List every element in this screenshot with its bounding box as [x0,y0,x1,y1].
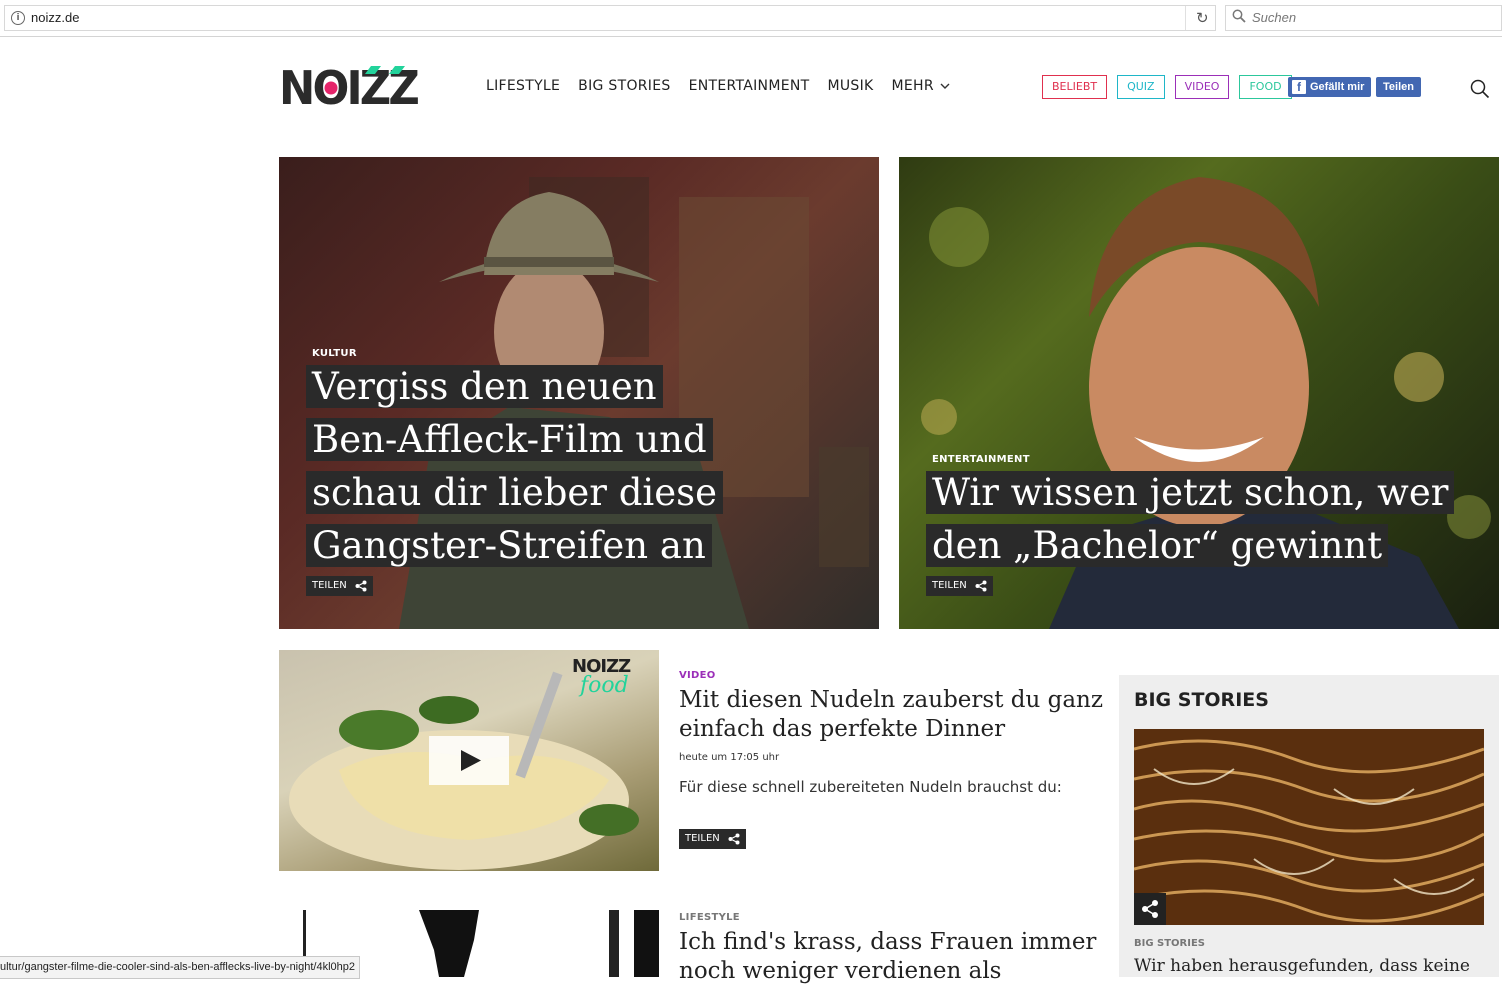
share-label: TEILEN [932,580,967,591]
facebook-share-button[interactable]: Teilen [1376,77,1421,97]
hero-title-line: Gangster-Streifen an [306,524,712,567]
sidebar-item-title[interactable]: Wir haben herausgefunden, dass keine [1134,956,1470,976]
play-icon [461,750,481,771]
search-icon [1470,79,1490,99]
nav-item-mehr-label: MEHR [891,78,934,94]
nav-item-lifestyle[interactable]: LIFESTYLE [486,78,560,94]
facebook-like-button[interactable]: f Gefällt mir [1288,77,1371,97]
share-icon [728,833,740,845]
noizz-logo-icon: NOIZZ [279,61,422,115]
article-category[interactable]: LIFESTYLE [679,912,740,923]
hero-title-line: den „Bachelor“ gewinnt [926,524,1389,567]
share-icon [1142,900,1158,918]
tag-video[interactable]: VIDEO [1174,75,1230,99]
share-label: TEILEN [685,833,720,844]
main-nav: LIFESTYLE BIG STORIES ENTERTAINMENT MUSI… [486,78,950,94]
article-teaser: Für diese schnell zubereiteten Nudeln br… [679,778,1062,796]
article-title[interactable]: Mit diesen Nudeln zauberst du ganz einfa… [679,686,1109,744]
hero-title-line: Ben-Affleck-Film und [306,418,713,461]
share-label: TEILEN [312,580,347,591]
tag-buttons: BELIEBT QUIZ VIDEO FOOD [1042,75,1292,99]
noodles-image [1134,729,1484,925]
article-date: heute um 17:05 uhr [679,752,780,763]
hero-category[interactable]: ENTERTAINMENT [932,454,1030,465]
share-button[interactable]: TEILEN [306,576,373,596]
reload-icon[interactable]: ↻ [1196,9,1209,27]
nav-item-entertainment[interactable]: ENTERTAINMENT [689,78,810,94]
hero-title[interactable]: Wir wissen jetzt schon, wer den „Bachelo… [926,466,1455,572]
search-placeholder: Suchen [1252,10,1297,25]
hero-card-entertainment[interactable]: ENTERTAINMENT Wir wissen jetzt schon, we… [899,157,1499,629]
hero-title[interactable]: Vergiss den neuen Ben-Affleck-Film und s… [306,360,724,572]
tag-food[interactable]: FOOD [1239,75,1292,99]
browser-search-input[interactable]: Suchen [1225,5,1502,31]
url-text[interactable]: noizz.de [31,10,79,25]
site-logo[interactable]: NOIZZ [279,61,422,115]
tag-beliebt[interactable]: BELIEBT [1042,75,1108,99]
share-button[interactable] [1134,893,1166,925]
tag-quiz[interactable]: QUIZ [1117,75,1165,99]
hero-title-line: Wir wissen jetzt schon, wer [926,471,1455,514]
facebook-like-label: Gefällt mir [1310,81,1365,93]
hero-title-line: schau dir lieber diese [306,471,724,514]
nav-item-mehr[interactable]: MEHR [892,78,950,94]
badge-sub: food [580,673,629,698]
site-search-button[interactable] [1470,79,1490,103]
sidebar-image[interactable] [1134,729,1484,925]
hero-category[interactable]: KULTUR [312,348,357,359]
share-icon [975,580,987,592]
article-title[interactable]: Ich find's krass, dass Frauen immer noch… [679,928,1109,986]
share-button[interactable]: TEILEN [926,576,993,596]
chevron-down-icon [940,83,950,89]
nav-item-big-stories[interactable]: BIG STORIES [578,78,670,94]
sidebar-item-category[interactable]: BIG STORIES [1134,938,1205,949]
big-stories-sidebar: BIG STORIES BIG STORIES Wir haben heraus… [1119,675,1499,977]
facebook-icon: f [1292,80,1306,94]
play-button[interactable] [429,736,509,785]
hero-card-kultur[interactable]: KULTUR Vergiss den neuen Ben-Affleck-Fil… [279,157,879,629]
article-category[interactable]: VIDEO [679,670,716,681]
divider [1185,6,1186,30]
hero-title-line: Vergiss den neuen [306,365,663,408]
share-icon [355,580,367,592]
status-bar-url: ultur/gangster-filme-die-cooler-sind-als… [0,956,361,979]
search-icon [1232,9,1246,23]
sidebar-title: BIG STORIES [1134,689,1269,711]
noizz-food-badge: NOIZZ food [572,656,631,698]
info-icon[interactable]: i [11,11,25,25]
browser-toolbar: i noizz.de ↻ Suchen [0,0,1502,37]
address-bar[interactable]: i noizz.de ↻ [4,5,1216,31]
video-thumbnail[interactable]: NOIZZ food [279,650,659,871]
nav-item-musik[interactable]: MUSIK [827,78,873,94]
share-button[interactable]: TEILEN [679,829,746,849]
